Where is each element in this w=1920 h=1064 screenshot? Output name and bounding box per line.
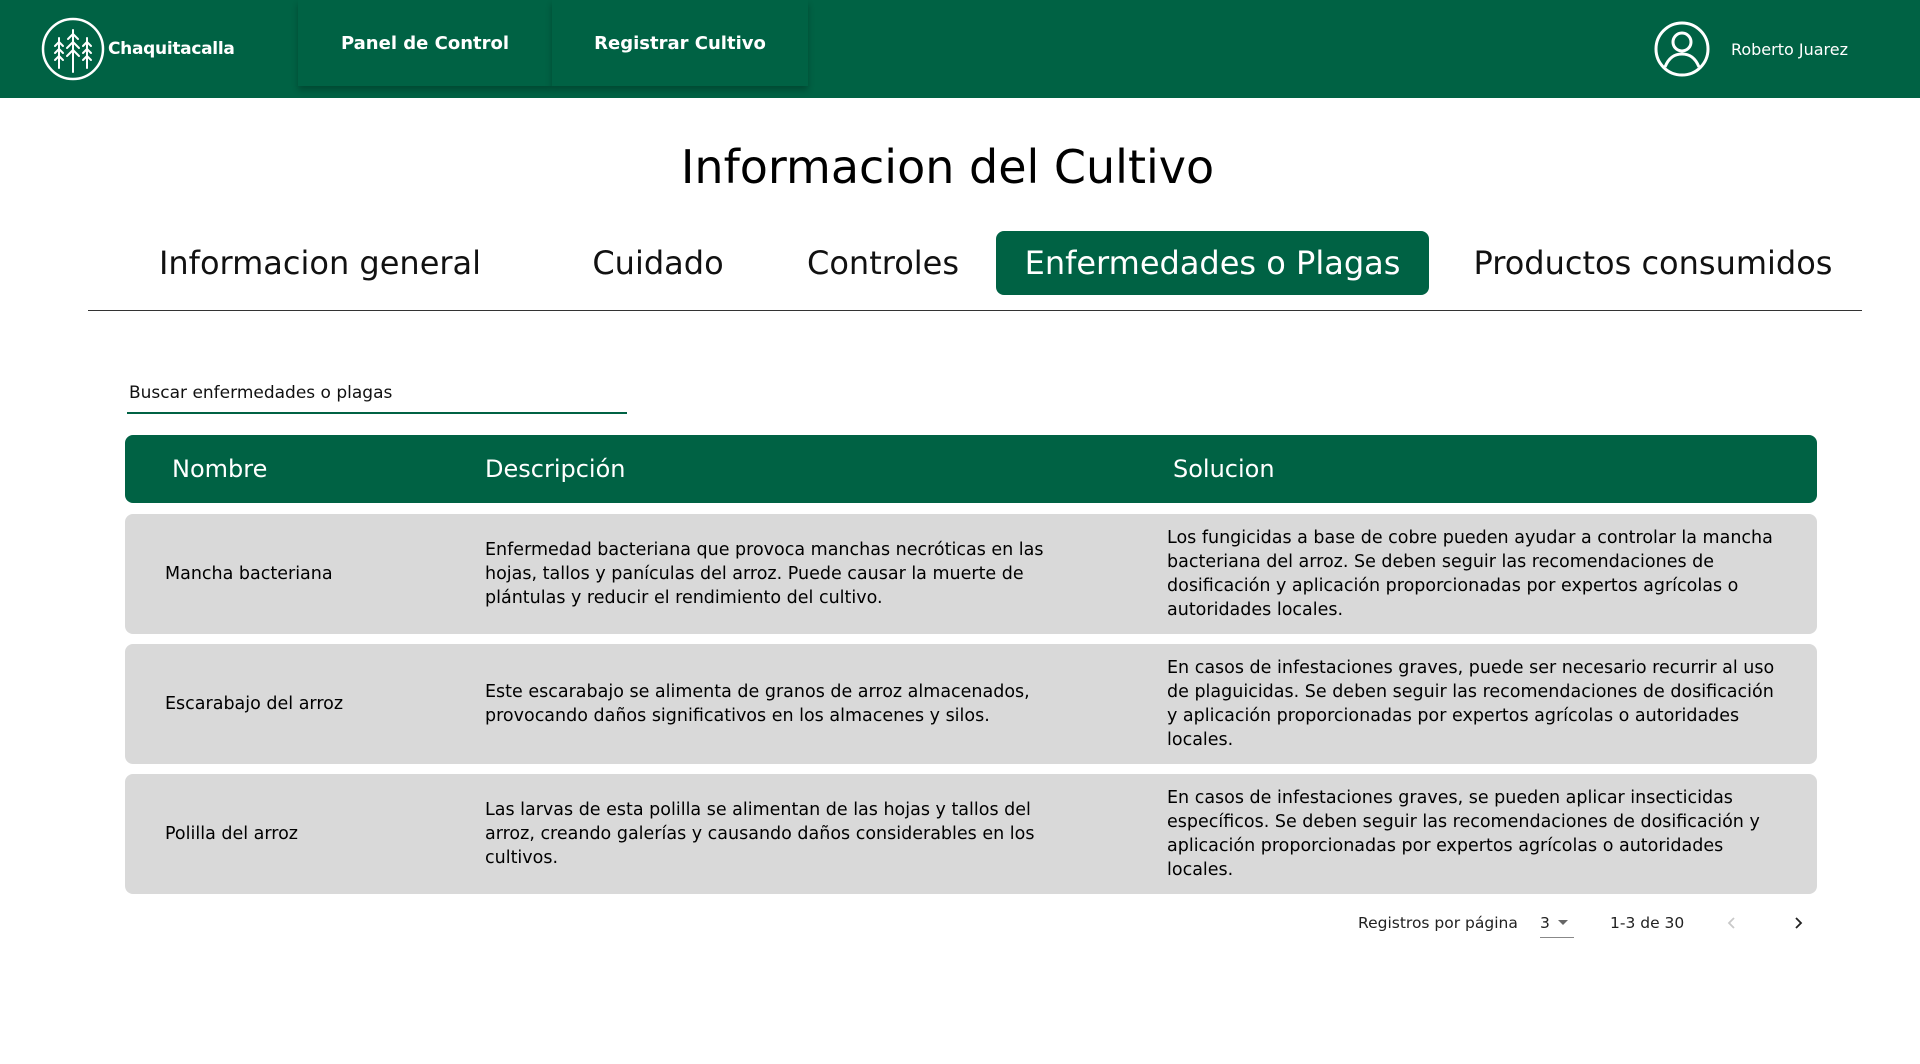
pagination-range: 1-3 de 30 [1610, 914, 1685, 932]
top-navbar: Chaquitacalla Panel de Control Registrar… [0, 0, 1920, 98]
cell-nombre: Mancha bacteriana [165, 564, 333, 584]
nav-registrar-cultivo[interactable]: Registrar Cultivo [552, 0, 808, 86]
column-header-descripcion[interactable]: Descripción [485, 435, 625, 503]
app-name: Chaquitacalla [108, 39, 235, 59]
table-row[interactable]: Mancha bacteriana Enfermedad bacteriana … [125, 514, 1817, 634]
cell-solucion: En casos de infestaciones graves, se pue… [1167, 788, 1760, 880]
cell-solucion: En casos de infestaciones graves, puede … [1167, 658, 1775, 750]
rows-per-page-select[interactable]: 3 [1540, 908, 1574, 938]
search-field [127, 374, 627, 414]
tab-productos-consumidos[interactable]: Productos consumidos [1458, 231, 1848, 295]
table-header: Nombre Descripción Solucion [125, 435, 1817, 503]
column-header-solucion[interactable]: Solucion [1173, 435, 1275, 503]
chevron-right-icon [1795, 917, 1803, 929]
cell-nombre: Escarabajo del arroz [165, 694, 344, 714]
cell-descripcion: Este escarabajo se alimenta de granos de… [485, 682, 1030, 726]
cell-nombre: Polilla del arroz [165, 824, 298, 844]
tab-enfermedades-o-plagas[interactable]: Enfermedades o Plagas [996, 231, 1429, 295]
user-name: Roberto Juarez [1730, 39, 1848, 59]
tab-informacion-general[interactable]: Informacion general [128, 231, 512, 295]
rows-per-page-label: Registros por página [1358, 914, 1518, 932]
search-input[interactable] [127, 383, 627, 403]
next-page-button[interactable] [1788, 908, 1808, 938]
nav-panel-de-control[interactable]: Panel de Control [298, 0, 552, 86]
rows-per-page-value: 3 [1540, 913, 1550, 932]
cell-descripcion: Enfermedad bacteriana que provoca mancha… [485, 540, 1044, 608]
column-header-nombre[interactable]: Nombre [172, 435, 267, 503]
page-title: Informacion del Cultivo [680, 140, 1215, 194]
previous-page-button[interactable] [1722, 908, 1742, 938]
wheat-logo-icon [41, 17, 105, 81]
app-logo[interactable]: Chaquitacalla [40, 16, 235, 82]
table-row[interactable]: Escarabajo del arroz Este escarabajo se … [125, 644, 1817, 764]
caret-down-icon [1557, 920, 1568, 925]
cell-solucion: Los fungicidas a base de cobre pueden ay… [1167, 528, 1773, 620]
user-menu[interactable]: Roberto Juarez [1653, 20, 1848, 78]
tab-controles[interactable]: Controles [788, 231, 978, 295]
cell-descripcion: Las larvas de esta polilla se alimentan … [485, 800, 1035, 868]
tab-bar: Informacion general Cuidado Controles En… [88, 231, 1862, 311]
user-avatar-icon [1654, 21, 1710, 77]
table-row[interactable]: Polilla del arroz Las larvas de esta pol… [125, 774, 1817, 894]
tab-cuidado[interactable]: Cuidado [563, 231, 753, 295]
chevron-left-icon [1727, 917, 1735, 929]
